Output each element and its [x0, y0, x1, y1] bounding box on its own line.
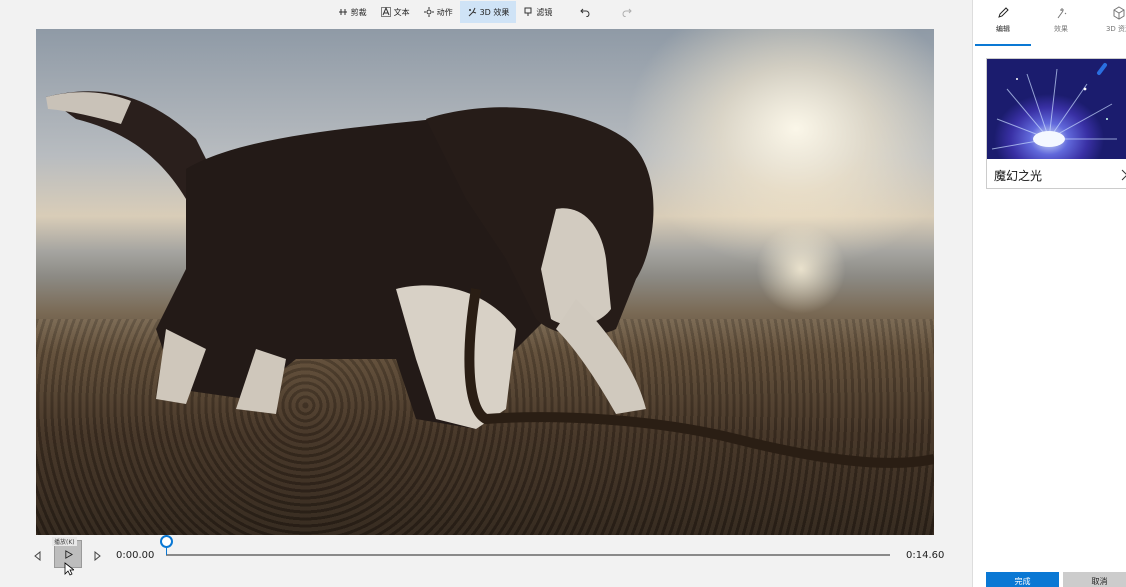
tab-effects[interactable]: 效果	[1033, 6, 1089, 44]
pencil-icon	[998, 7, 1009, 18]
effect-thumbnail	[987, 59, 1126, 159]
undo-button[interactable]	[571, 1, 599, 23]
filter-icon	[524, 7, 532, 16]
undo-icon	[580, 8, 590, 17]
tab-effects-label: 效果	[1054, 25, 1068, 33]
tab-3d-library[interactable]: 3D 资源	[1091, 6, 1126, 44]
tab-edit-label: 编辑	[996, 25, 1010, 33]
redo-icon	[622, 8, 633, 17]
editing-toolbar: 剪裁 文本 动作 3D 效果 滤镜	[0, 0, 972, 24]
done-button[interactable]: 完成	[986, 572, 1059, 587]
seek-track[interactable]	[166, 554, 890, 556]
effect-card[interactable]: 魔幻之光	[986, 58, 1126, 189]
current-time: 0:00.00	[116, 550, 155, 561]
tab-3d-library-label: 3D 资源	[1105, 25, 1126, 33]
magic-light-preview	[991, 63, 1117, 150]
chevron-right-icon	[1121, 169, 1126, 181]
seek-thumb[interactable]	[160, 535, 173, 548]
video-preview[interactable]	[36, 29, 934, 535]
play-tooltip: 播放(K)	[52, 537, 77, 546]
seek-thumb-stem	[166, 547, 167, 555]
trim-button[interactable]: 剪裁	[331, 1, 374, 23]
trim-label: 剪裁	[350, 7, 367, 17]
end-time: 0:14.60	[906, 550, 945, 561]
filter-button[interactable]: 滤镜	[516, 1, 559, 23]
cube-icon	[1113, 6, 1125, 20]
effects-3d-icon	[468, 7, 476, 17]
effects-3d-button[interactable]: 3D 效果	[459, 1, 517, 23]
text-button[interactable]: 文本	[374, 1, 417, 23]
active-tab-indicator	[975, 44, 1031, 46]
redo-button[interactable]	[613, 1, 641, 23]
right-panel: 编辑 效果 3D 资源 魔	[972, 0, 1126, 587]
sparkle-icon	[1057, 8, 1067, 19]
tab-edit[interactable]: 编辑	[975, 6, 1031, 44]
mouse-cursor-icon	[64, 562, 74, 576]
effects-3d-label: 3D 效果	[479, 7, 510, 17]
puppy-silhouette	[46, 91, 934, 468]
motion-icon	[423, 7, 434, 17]
effect-title: 魔幻之光	[994, 169, 1043, 183]
playback-bar: 播放(K) 0:00.00 0:14.60	[30, 535, 946, 576]
panel-tabs: 编辑 效果 3D 资源	[973, 0, 1126, 46]
motion-button[interactable]: 动作	[417, 1, 460, 23]
motion-label: 动作	[436, 7, 453, 17]
text-label: 文本	[393, 7, 410, 17]
cancel-button[interactable]: 取消	[1063, 572, 1126, 587]
filter-label: 滤镜	[536, 7, 553, 17]
text-icon	[380, 7, 391, 17]
previous-frame-icon[interactable]	[33, 551, 43, 561]
play-icon	[64, 549, 73, 559]
trim-icon	[338, 9, 347, 15]
next-frame-icon[interactable]	[92, 551, 102, 561]
